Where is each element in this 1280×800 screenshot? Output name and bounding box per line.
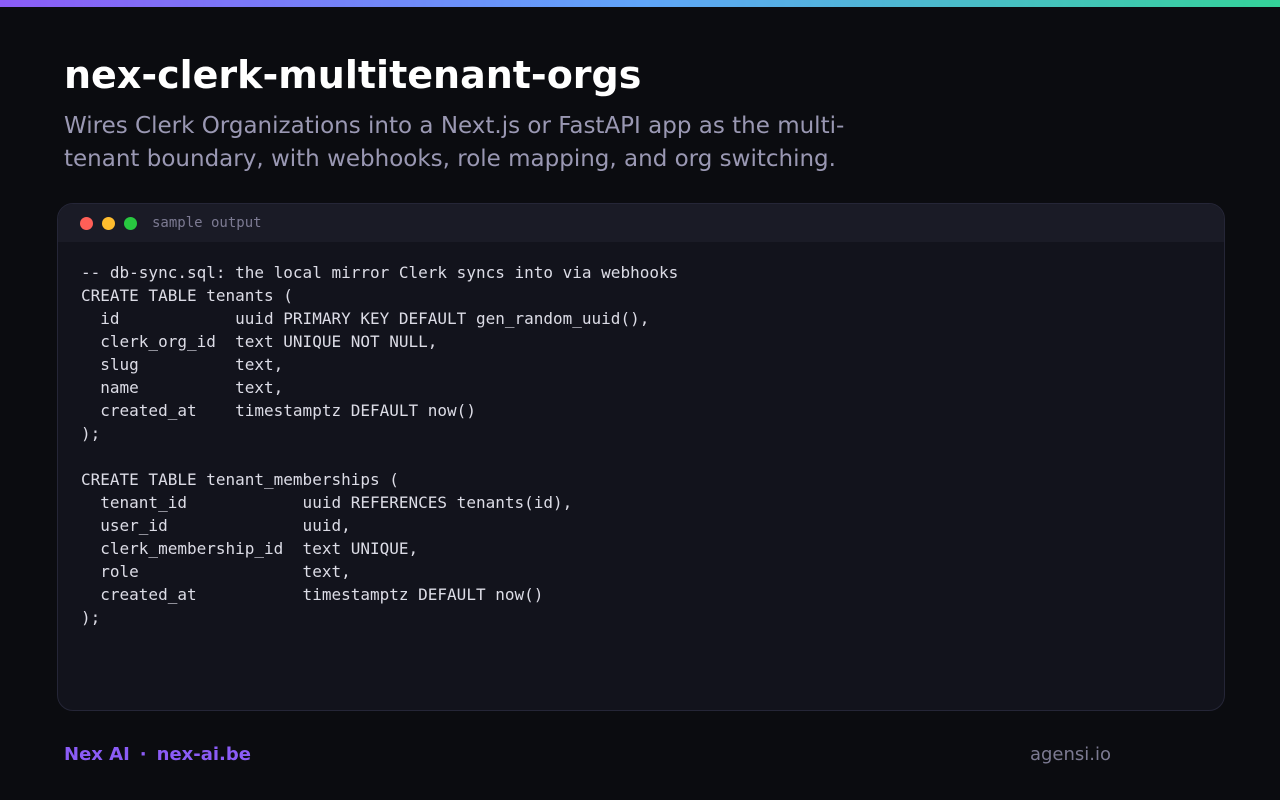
minimize-dot-icon bbox=[102, 216, 115, 230]
code-line: CREATE TABLE tenants ( bbox=[81, 286, 293, 305]
top-gradient-bar bbox=[0, 0, 1280, 7]
code-line: slug text, bbox=[81, 355, 284, 374]
code-line: created_at timestamptz DEFAULT now() bbox=[81, 585, 544, 604]
terminal-title: sample output bbox=[152, 215, 262, 231]
code-line: ); bbox=[81, 424, 101, 443]
code-line: created_at timestamptz DEFAULT now() bbox=[81, 401, 476, 420]
code-line: tenant_id uuid REFERENCES tenants(id), bbox=[81, 493, 573, 512]
code-line: -- db-sync.sql: the local mirror Clerk s… bbox=[81, 263, 679, 282]
code-line: user_id uuid, bbox=[81, 516, 351, 535]
close-dot-icon bbox=[80, 216, 93, 230]
maximize-dot-icon bbox=[124, 216, 137, 230]
terminal-header: sample output bbox=[58, 204, 1224, 242]
code-line: name text, bbox=[81, 378, 284, 397]
footer-site-link[interactable]: nex-ai.be bbox=[157, 744, 251, 765]
code-line: role text, bbox=[81, 562, 351, 581]
footer-brand: Nex AI bbox=[64, 744, 130, 765]
code-block: -- db-sync.sql: the local mirror Clerk s… bbox=[58, 242, 1224, 648]
terminal-window: sample output -- db-sync.sql: the local … bbox=[57, 203, 1225, 711]
page-title: nex-clerk-multitenant-orgs bbox=[64, 53, 642, 97]
footer-brand-group: Nex AI · nex-ai.be bbox=[64, 744, 251, 765]
code-line: CREATE TABLE tenant_memberships ( bbox=[81, 470, 399, 489]
code-line: ); bbox=[81, 608, 101, 627]
footer-credit: agensi.io bbox=[1029, 744, 1111, 765]
code-line: clerk_membership_id text UNIQUE, bbox=[81, 539, 419, 558]
code-line: clerk_org_id text UNIQUE NOT NULL, bbox=[81, 332, 438, 351]
code-line: id uuid PRIMARY KEY DEFAULT gen_random_u… bbox=[81, 309, 650, 328]
page-subtitle: Wires Clerk Organizations into a Next.js… bbox=[64, 113, 845, 172]
footer-separator: · bbox=[139, 744, 147, 765]
